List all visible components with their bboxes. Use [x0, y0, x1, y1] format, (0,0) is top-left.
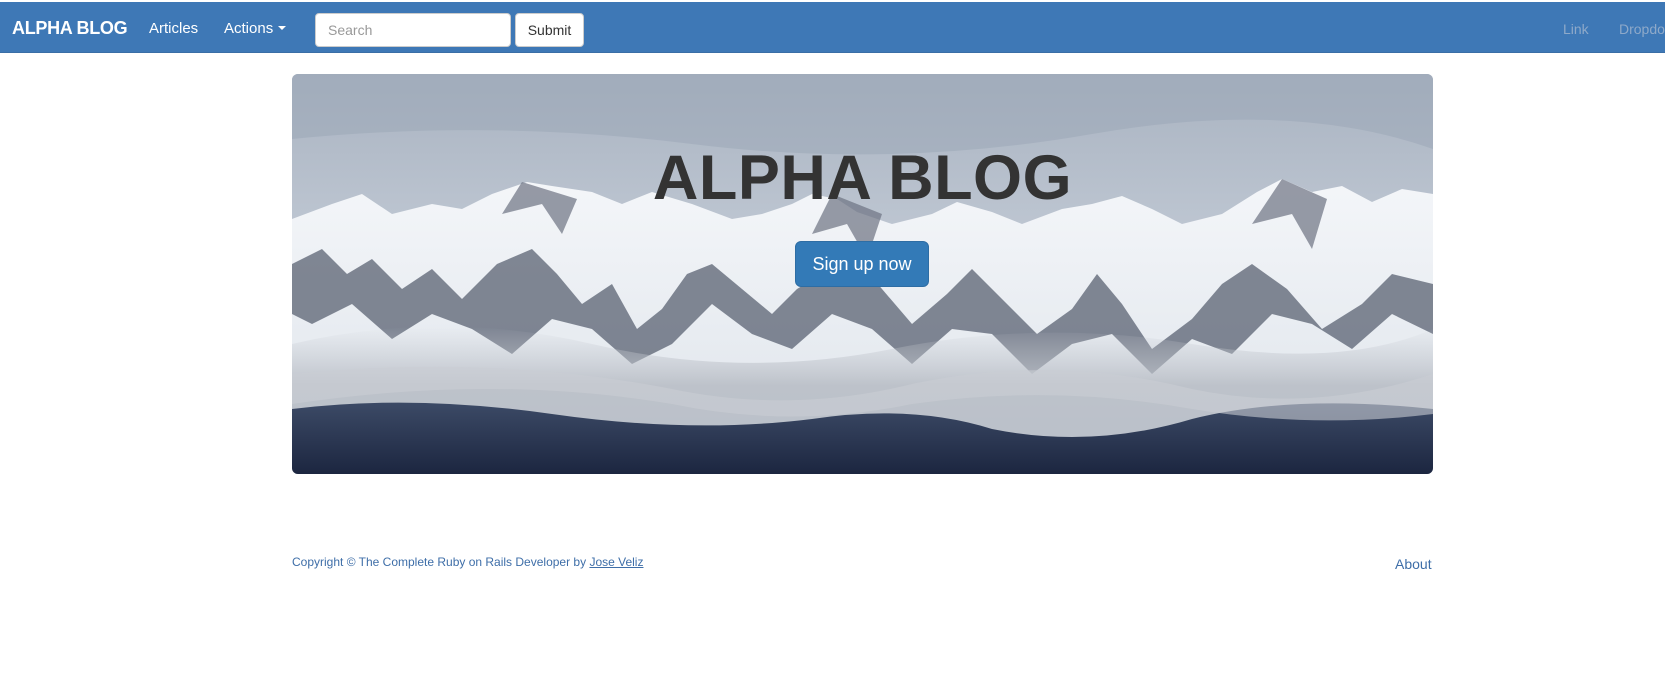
nav-right-dropdown[interactable]: Dropdo	[1619, 21, 1665, 37]
footer-about-link[interactable]: About	[1395, 556, 1432, 572]
nav-actions-label: Actions	[224, 20, 274, 37]
nav-actions-dropdown[interactable]: Actions	[224, 20, 287, 37]
caret-down-icon	[278, 26, 287, 31]
search-submit-button[interactable]: Submit	[515, 13, 584, 47]
brand-logo[interactable]: ALPHA BLOG	[12, 18, 128, 39]
jumbotron: ALPHA BLOG Sign up now	[292, 74, 1433, 474]
navbar: ALPHA BLOG Articles Actions Submit Link …	[0, 2, 1665, 53]
author-link[interactable]: Jose Veliz	[589, 555, 643, 569]
sign-up-button[interactable]: Sign up now	[795, 241, 929, 287]
jumbotron-title: ALPHA BLOG	[652, 143, 1073, 213]
search-input[interactable]	[315, 13, 511, 47]
nav-articles-link[interactable]: Articles	[149, 20, 198, 37]
copyright-text: Copyright © The Complete Ruby on Rails D…	[292, 555, 587, 569]
nav-right-link[interactable]: Link	[1563, 21, 1589, 37]
footer-copyright: Copyright © The Complete Ruby on Rails D…	[292, 555, 643, 569]
